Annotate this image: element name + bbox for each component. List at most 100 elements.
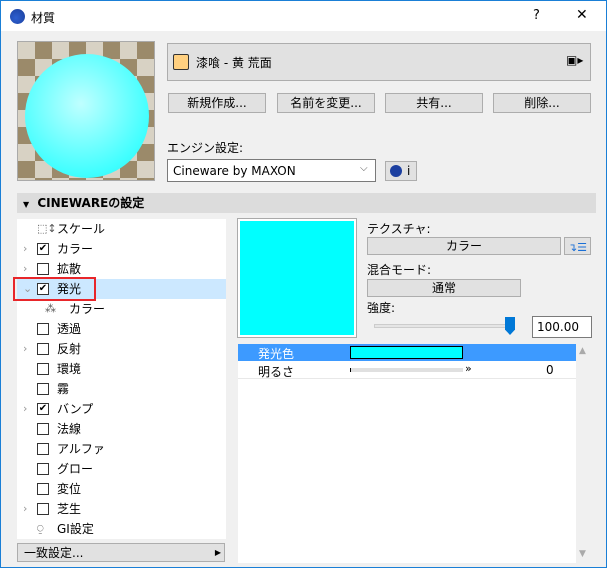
texture-button[interactable]: カラー (367, 237, 561, 255)
blend-mode-label: 混合モード: (367, 263, 432, 277)
cinema4d-icon (390, 165, 402, 177)
texture-label: テクスチャ: (367, 222, 431, 236)
scroll-down-icon[interactable]: ▼ (579, 549, 586, 559)
param-name: 明るさ (258, 365, 295, 379)
match-settings-button[interactable]: 一致設定... ▶ (17, 543, 225, 562)
tree-item-label: バンプ (57, 402, 94, 416)
checkbox[interactable] (37, 463, 49, 475)
tree-item[interactable]: 霧 (17, 379, 226, 399)
tree-item[interactable]: 変位 (17, 479, 226, 499)
checkbox[interactable]: ✔ (37, 243, 49, 255)
engine-label: エンジン設定: (167, 141, 244, 155)
tree-item-label: 反射 (57, 342, 82, 356)
section-title: CINEWAREの設定 (37, 196, 145, 210)
checkbox[interactable] (37, 423, 49, 435)
checkbox[interactable] (37, 383, 49, 395)
engine-value: Cineware by MAXON (173, 164, 296, 178)
tree-item[interactable]: › 反射 (17, 339, 226, 359)
slider-arrow-icon[interactable]: » (465, 362, 472, 375)
parameter-table: 発光色 明るさ » 0 (238, 344, 576, 563)
brightness-slider[interactable] (350, 368, 463, 372)
strength-slider[interactable] (374, 317, 515, 335)
rename-button[interactable]: 名前を変更... (277, 93, 375, 113)
expand-chevron-icon[interactable]: › (23, 339, 27, 359)
tree-item[interactable]: ⬚↕ スケール (17, 219, 226, 239)
match-settings-label: 一致設定... (24, 546, 84, 560)
engine-select[interactable]: Cineware by MAXON ⌵ (167, 159, 376, 182)
new-button[interactable]: 新規作成... (168, 93, 266, 113)
checkbox[interactable]: ✔ (37, 403, 49, 415)
param-row-brightness[interactable]: 明るさ » 0 (238, 361, 576, 379)
share-button[interactable]: 共有... (385, 93, 483, 113)
tree-item[interactable]: › 芝生 (17, 499, 226, 519)
delete-button[interactable]: 削除... (493, 93, 591, 113)
blend-mode-button[interactable]: 通常 (367, 279, 521, 297)
tree-item-label: 環境 (57, 362, 82, 376)
checkbox[interactable] (37, 443, 49, 455)
channel-icon: ⁂ (45, 302, 56, 315)
checkbox[interactable] (37, 503, 49, 515)
tree-item[interactable]: › ✔ カラー (17, 239, 226, 259)
strength-input[interactable]: 100.00 (532, 316, 592, 338)
texture-load-button[interactable]: ↴☰ (564, 237, 591, 255)
triangle-right-icon: ▶ (214, 548, 221, 557)
load-texture-icon: ↴☰ (567, 241, 588, 254)
tree-item[interactable]: 環境 (17, 359, 226, 379)
app-logo-icon (10, 9, 25, 24)
checkbox[interactable] (37, 323, 49, 335)
param-name: 発光色 (258, 347, 295, 361)
title-bar: 材質 ? ✕ (1, 1, 606, 31)
gi-icon: ⍜ (37, 522, 44, 535)
tree-item[interactable]: グロー (17, 459, 226, 479)
expand-chevron-icon[interactable]: › (23, 399, 27, 419)
help-button[interactable]: ? (533, 8, 540, 23)
checkbox[interactable] (37, 343, 49, 355)
tree-item-label: 芝生 (57, 502, 82, 516)
checkbox[interactable]: ✔ (37, 283, 49, 295)
tree-item-label: アルファ (57, 442, 105, 456)
param-row-emission-color[interactable]: 発光色 (238, 344, 576, 361)
collapse-triangle-icon: ▼ (23, 200, 30, 209)
close-button[interactable]: ✕ (576, 7, 588, 23)
image-menu-icon[interactable]: ▣▸ (566, 53, 583, 67)
tree-item-label: カラー (57, 242, 94, 256)
cineware-section-header[interactable]: ▼ CINEWAREの設定 (17, 193, 596, 213)
tree-item[interactable]: ⍜ GI設定 (17, 519, 226, 539)
expand-chevron-icon[interactable]: ⌄ (23, 279, 32, 299)
slider-thumb[interactable] (505, 317, 515, 335)
tree-item-label: 法線 (57, 422, 82, 436)
channel-tree: ⬚↕ スケール › ✔ カラー › 拡散 ⌄ ✔ 発光 ⁂ カラー 透過 › 反射 環境霧 › ✔ バンプ 法線 アルフ… (17, 219, 226, 539)
tree-item[interactable]: ⌄ ✔ 発光 (17, 279, 226, 299)
expand-chevron-icon[interactable]: › (23, 239, 27, 259)
checkbox[interactable] (37, 363, 49, 375)
material-color-swatch (173, 54, 189, 70)
material-selector[interactable]: 漆喰 - 黄 荒面 ▣▸ (167, 43, 591, 81)
tree-item[interactable]: アルファ (17, 439, 226, 459)
tree-item[interactable]: › ✔ バンプ (17, 399, 226, 419)
tree-item[interactable]: 透過 (17, 319, 226, 339)
expand-chevron-icon[interactable]: › (23, 259, 27, 279)
engine-info-button[interactable]: i (385, 161, 417, 181)
material-preview (17, 41, 155, 181)
checkbox[interactable] (37, 483, 49, 495)
tree-item-label: グロー (57, 462, 94, 476)
tree-item[interactable]: 法線 (17, 419, 226, 439)
tree-item-label: スケール (57, 222, 106, 236)
tree-item-label: GI設定 (57, 522, 94, 536)
emission-color-swatch[interactable] (350, 346, 463, 359)
tree-item[interactable]: › 拡散 (17, 259, 226, 279)
tree-item-label: 変位 (57, 482, 82, 496)
tree-item-label: カラー (69, 302, 106, 316)
checkbox[interactable] (37, 263, 49, 275)
chevron-down-icon: ⌵ (360, 163, 368, 174)
strength-label: 強度: (367, 301, 396, 315)
expand-chevron-icon[interactable]: › (23, 499, 27, 519)
emission-preview (237, 218, 357, 338)
scroll-up-icon[interactable]: ▲ (579, 346, 586, 356)
preview-sphere (25, 54, 149, 178)
info-label: i (407, 164, 411, 178)
brightness-value[interactable]: 0 (546, 363, 554, 377)
tree-item-label: 発光 (57, 282, 82, 296)
tree-item[interactable]: ⁂ カラー (17, 299, 226, 319)
scrollbar[interactable]: ▲ ▼ (577, 344, 591, 563)
